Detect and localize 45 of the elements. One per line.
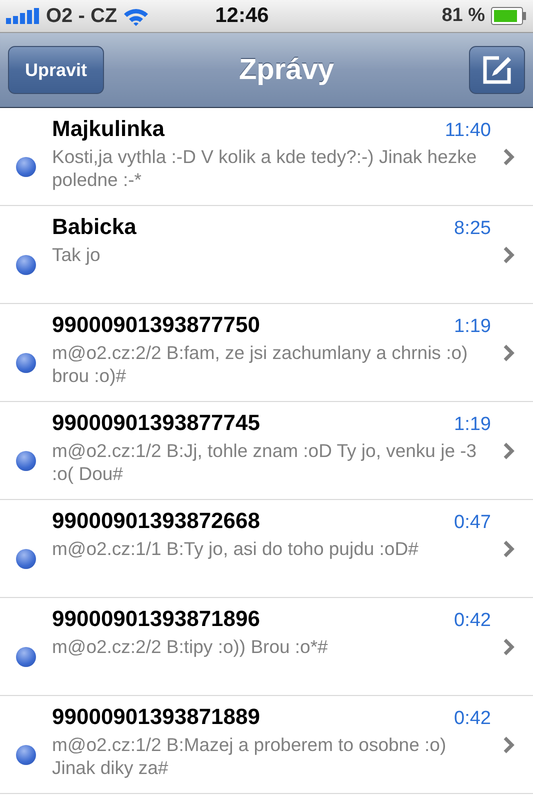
chevron-icon <box>503 442 515 460</box>
sender-name: 99000901393872668 <box>52 508 260 534</box>
sender-name: Babicka <box>52 214 136 240</box>
message-row[interactable]: 99000901393871889 0:42 m@o2.cz:1/2 B:Mazej a proberem to osobne :o) Jinak diky za# <box>0 696 533 794</box>
signal-icon <box>6 8 40 24</box>
message-row[interactable]: 99000901393872668 0:47 m@o2.cz:1/1 B:Ty jo, asi do toho pujdu :oD# <box>0 500 533 598</box>
battery-icon <box>491 7 527 25</box>
message-time: 1:19 <box>454 414 491 436</box>
message-row[interactable]: 99000901393877750 1:19 m@o2.cz:2/2 B:fam, ze jsi zachumlany a chrnis :o) brou :o)# <box>0 304 533 402</box>
wifi-icon <box>123 6 150 26</box>
message-preview: m@o2.cz:1/2 B:Jj, tohle znam :oD Ty jo, venku je -3 :o( Dou# <box>52 439 477 485</box>
message-row[interactable]: Majkulinka 11:40 Kosti,ja vythla :-D V kolik a kde tedy?:-) Jinak hezke poledne :-* <box>0 108 533 206</box>
message-time: 8:25 <box>454 218 491 240</box>
message-row[interactable]: 99000901393877745 1:19 m@o2.cz:1/2 B:Jj, tohle znam :oD Ty jo, venku je -3 :o( Dou# <box>0 402 533 500</box>
chevron-icon <box>503 736 515 754</box>
message-preview: Tak jo <box>52 243 102 266</box>
chevron-icon <box>503 344 515 362</box>
sender-name: 99000901393877745 <box>52 410 260 436</box>
compose-button[interactable] <box>469 46 525 94</box>
chevron-icon <box>503 148 515 166</box>
sender-name: 99000901393871896 <box>52 606 260 632</box>
chevron-icon <box>503 540 515 558</box>
message-time: 0:42 <box>454 610 491 632</box>
sender-name: 99000901393871889 <box>52 704 260 730</box>
message-time: 1:19 <box>454 316 491 338</box>
message-preview: m@o2.cz:2/2 B:fam, ze jsi zachumlany a chrnis :o) brou :o)# <box>52 341 469 387</box>
chevron-icon <box>503 638 515 656</box>
message-time: 0:42 <box>454 708 491 730</box>
message-time: 11:40 <box>444 120 491 142</box>
sender-name: Majkulinka <box>52 116 164 142</box>
carrier-name: O2 - CZ <box>46 4 118 28</box>
sender-name: 99000901393877750 <box>52 312 260 338</box>
battery-percent: 81 % <box>442 5 485 27</box>
message-preview: m@o2.cz:1/2 B:Mazej a proberem to osobne :o) Jinak diky za# <box>52 733 448 779</box>
chevron-icon <box>503 246 515 264</box>
message-preview: Kosti,ja vythla :-D V kolik a kde tedy?:-) Jinak hezke poledne :-* <box>52 145 477 191</box>
message-preview: m@o2.cz:2/2 B:tipy :o)) Brou :o*# <box>52 635 329 658</box>
message-row[interactable]: 99000901393871896 0:42 m@o2.cz:2/2 B:tipy :o)) Brou :o*# <box>0 598 533 696</box>
edit-button[interactable]: Upravit <box>8 46 104 94</box>
screen-title: Zprávy <box>238 54 334 86</box>
message-preview: m@o2.cz:1/1 B:Ty jo, asi do toho pujdu :oD# <box>52 537 420 560</box>
message-row[interactable]: Babicka 8:25 Tak jo <box>0 206 533 304</box>
clock: 12:46 <box>215 4 270 28</box>
message-time: 0:47 <box>454 512 491 534</box>
compose-icon <box>481 54 513 86</box>
